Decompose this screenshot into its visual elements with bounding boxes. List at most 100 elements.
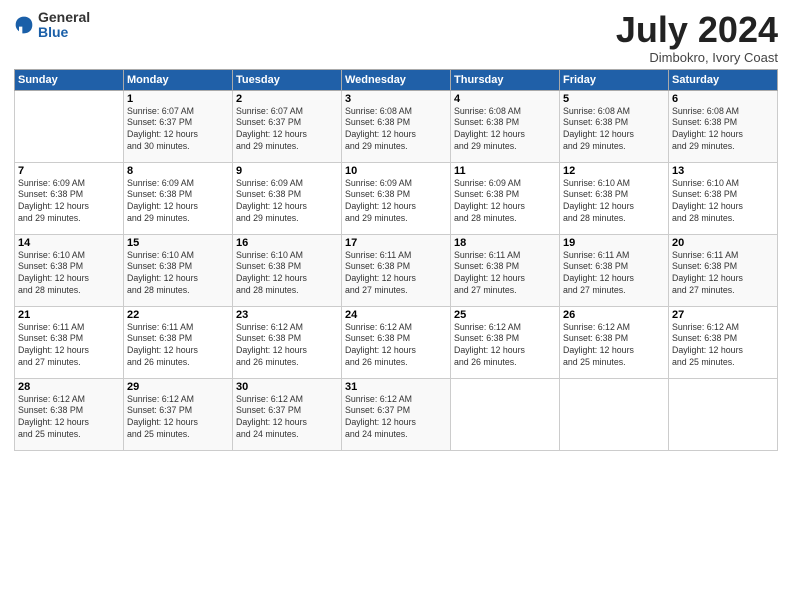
day-cell xyxy=(15,90,124,162)
day-info: Sunrise: 6:11 AM Sunset: 6:38 PM Dayligh… xyxy=(18,322,120,370)
day-cell xyxy=(560,378,669,450)
day-cell: 20Sunrise: 6:11 AM Sunset: 6:38 PM Dayli… xyxy=(669,234,778,306)
day-number: 16 xyxy=(236,237,338,249)
day-cell xyxy=(669,378,778,450)
day-number: 4 xyxy=(454,93,556,105)
day-info: Sunrise: 6:11 AM Sunset: 6:38 PM Dayligh… xyxy=(345,250,447,298)
day-info: Sunrise: 6:10 AM Sunset: 6:38 PM Dayligh… xyxy=(18,250,120,298)
day-info: Sunrise: 6:09 AM Sunset: 6:38 PM Dayligh… xyxy=(236,178,338,226)
day-cell: 23Sunrise: 6:12 AM Sunset: 6:38 PM Dayli… xyxy=(233,306,342,378)
day-number: 19 xyxy=(563,237,665,249)
day-cell: 18Sunrise: 6:11 AM Sunset: 6:38 PM Dayli… xyxy=(451,234,560,306)
day-info: Sunrise: 6:12 AM Sunset: 6:38 PM Dayligh… xyxy=(18,394,120,442)
column-header-thursday: Thursday xyxy=(451,69,560,90)
day-cell: 12Sunrise: 6:10 AM Sunset: 6:38 PM Dayli… xyxy=(560,162,669,234)
header-row-days: SundayMondayTuesdayWednesdayThursdayFrid… xyxy=(15,69,778,90)
day-cell: 30Sunrise: 6:12 AM Sunset: 6:37 PM Dayli… xyxy=(233,378,342,450)
day-info: Sunrise: 6:11 AM Sunset: 6:38 PM Dayligh… xyxy=(127,322,229,370)
day-info: Sunrise: 6:08 AM Sunset: 6:38 PM Dayligh… xyxy=(345,106,447,154)
day-cell: 5Sunrise: 6:08 AM Sunset: 6:38 PM Daylig… xyxy=(560,90,669,162)
day-number: 1 xyxy=(127,93,229,105)
calendar-table: SundayMondayTuesdayWednesdayThursdayFrid… xyxy=(14,69,778,451)
day-cell: 2Sunrise: 6:07 AM Sunset: 6:37 PM Daylig… xyxy=(233,90,342,162)
day-number: 22 xyxy=(127,309,229,321)
day-number: 13 xyxy=(672,165,774,177)
day-info: Sunrise: 6:12 AM Sunset: 6:38 PM Dayligh… xyxy=(454,322,556,370)
week-row-3: 14Sunrise: 6:10 AM Sunset: 6:38 PM Dayli… xyxy=(15,234,778,306)
day-number: 20 xyxy=(672,237,774,249)
day-number: 10 xyxy=(345,165,447,177)
day-number: 27 xyxy=(672,309,774,321)
day-info: Sunrise: 6:08 AM Sunset: 6:38 PM Dayligh… xyxy=(454,106,556,154)
day-cell xyxy=(451,378,560,450)
day-info: Sunrise: 6:09 AM Sunset: 6:38 PM Dayligh… xyxy=(18,178,120,226)
day-info: Sunrise: 6:07 AM Sunset: 6:37 PM Dayligh… xyxy=(127,106,229,154)
day-number: 28 xyxy=(18,381,120,393)
day-cell: 29Sunrise: 6:12 AM Sunset: 6:37 PM Dayli… xyxy=(124,378,233,450)
day-info: Sunrise: 6:12 AM Sunset: 6:37 PM Dayligh… xyxy=(345,394,447,442)
day-cell: 8Sunrise: 6:09 AM Sunset: 6:38 PM Daylig… xyxy=(124,162,233,234)
day-number: 25 xyxy=(454,309,556,321)
day-info: Sunrise: 6:12 AM Sunset: 6:38 PM Dayligh… xyxy=(563,322,665,370)
day-info: Sunrise: 6:07 AM Sunset: 6:37 PM Dayligh… xyxy=(236,106,338,154)
column-header-saturday: Saturday xyxy=(669,69,778,90)
day-info: Sunrise: 6:12 AM Sunset: 6:38 PM Dayligh… xyxy=(236,322,338,370)
day-info: Sunrise: 6:12 AM Sunset: 6:37 PM Dayligh… xyxy=(127,394,229,442)
column-header-wednesday: Wednesday xyxy=(342,69,451,90)
day-number: 24 xyxy=(345,309,447,321)
day-number: 31 xyxy=(345,381,447,393)
day-cell: 24Sunrise: 6:12 AM Sunset: 6:38 PM Dayli… xyxy=(342,306,451,378)
week-row-4: 21Sunrise: 6:11 AM Sunset: 6:38 PM Dayli… xyxy=(15,306,778,378)
day-number: 14 xyxy=(18,237,120,249)
day-cell: 26Sunrise: 6:12 AM Sunset: 6:38 PM Dayli… xyxy=(560,306,669,378)
day-number: 6 xyxy=(672,93,774,105)
day-info: Sunrise: 6:10 AM Sunset: 6:38 PM Dayligh… xyxy=(127,250,229,298)
day-number: 15 xyxy=(127,237,229,249)
logo-icon xyxy=(14,15,34,35)
day-info: Sunrise: 6:08 AM Sunset: 6:38 PM Dayligh… xyxy=(563,106,665,154)
day-cell: 7Sunrise: 6:09 AM Sunset: 6:38 PM Daylig… xyxy=(15,162,124,234)
day-cell: 13Sunrise: 6:10 AM Sunset: 6:38 PM Dayli… xyxy=(669,162,778,234)
location: Dimbokro, Ivory Coast xyxy=(616,50,778,65)
month-title: July 2024 xyxy=(616,10,778,50)
logo-general: General xyxy=(38,9,90,25)
column-header-friday: Friday xyxy=(560,69,669,90)
day-cell: 22Sunrise: 6:11 AM Sunset: 6:38 PM Dayli… xyxy=(124,306,233,378)
day-cell: 14Sunrise: 6:10 AM Sunset: 6:38 PM Dayli… xyxy=(15,234,124,306)
logo-text: General Blue xyxy=(38,10,90,41)
title-block: July 2024 Dimbokro, Ivory Coast xyxy=(616,10,778,65)
day-number: 26 xyxy=(563,309,665,321)
day-number: 17 xyxy=(345,237,447,249)
day-info: Sunrise: 6:08 AM Sunset: 6:38 PM Dayligh… xyxy=(672,106,774,154)
day-number: 3 xyxy=(345,93,447,105)
day-number: 8 xyxy=(127,165,229,177)
day-number: 7 xyxy=(18,165,120,177)
day-number: 9 xyxy=(236,165,338,177)
column-header-sunday: Sunday xyxy=(15,69,124,90)
day-number: 2 xyxy=(236,93,338,105)
day-number: 11 xyxy=(454,165,556,177)
day-cell: 17Sunrise: 6:11 AM Sunset: 6:38 PM Dayli… xyxy=(342,234,451,306)
logo: General Blue xyxy=(14,10,90,41)
day-number: 21 xyxy=(18,309,120,321)
column-header-tuesday: Tuesday xyxy=(233,69,342,90)
day-cell: 21Sunrise: 6:11 AM Sunset: 6:38 PM Dayli… xyxy=(15,306,124,378)
day-cell: 11Sunrise: 6:09 AM Sunset: 6:38 PM Dayli… xyxy=(451,162,560,234)
day-number: 12 xyxy=(563,165,665,177)
day-cell: 25Sunrise: 6:12 AM Sunset: 6:38 PM Dayli… xyxy=(451,306,560,378)
day-number: 5 xyxy=(563,93,665,105)
day-cell: 19Sunrise: 6:11 AM Sunset: 6:38 PM Dayli… xyxy=(560,234,669,306)
header-row: General Blue July 2024 Dimbokro, Ivory C… xyxy=(14,10,778,65)
day-cell: 31Sunrise: 6:12 AM Sunset: 6:37 PM Dayli… xyxy=(342,378,451,450)
day-info: Sunrise: 6:12 AM Sunset: 6:38 PM Dayligh… xyxy=(672,322,774,370)
day-cell: 4Sunrise: 6:08 AM Sunset: 6:38 PM Daylig… xyxy=(451,90,560,162)
column-header-monday: Monday xyxy=(124,69,233,90)
day-info: Sunrise: 6:09 AM Sunset: 6:38 PM Dayligh… xyxy=(345,178,447,226)
day-cell: 27Sunrise: 6:12 AM Sunset: 6:38 PM Dayli… xyxy=(669,306,778,378)
day-number: 23 xyxy=(236,309,338,321)
day-cell: 3Sunrise: 6:08 AM Sunset: 6:38 PM Daylig… xyxy=(342,90,451,162)
week-row-2: 7Sunrise: 6:09 AM Sunset: 6:38 PM Daylig… xyxy=(15,162,778,234)
day-cell: 6Sunrise: 6:08 AM Sunset: 6:38 PM Daylig… xyxy=(669,90,778,162)
day-cell: 15Sunrise: 6:10 AM Sunset: 6:38 PM Dayli… xyxy=(124,234,233,306)
day-cell: 16Sunrise: 6:10 AM Sunset: 6:38 PM Dayli… xyxy=(233,234,342,306)
